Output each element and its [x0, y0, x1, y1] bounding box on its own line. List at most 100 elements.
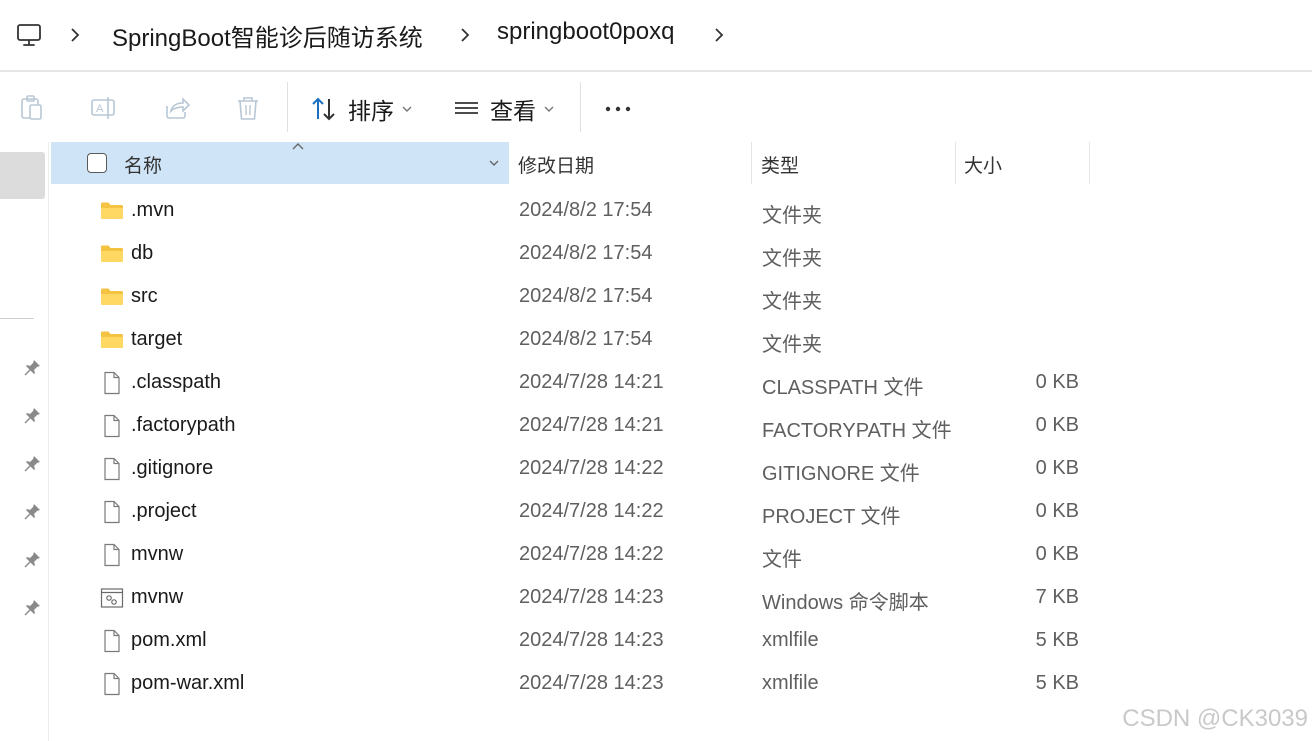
script-file-icon — [100, 586, 124, 610]
file-date: 2024/7/28 14:21 — [519, 414, 664, 436]
file-name: mvnw — [131, 543, 184, 565]
file-name: .project — [131, 500, 197, 522]
pin-icon[interactable] — [22, 406, 42, 426]
file-date: 2024/8/2 17:54 — [519, 328, 653, 350]
file-date: 2024/7/28 14:22 — [519, 457, 664, 479]
sort-button[interactable]: 排序 — [310, 92, 412, 126]
file-size: 0 KB — [1035, 500, 1079, 522]
file-date: 2024/8/2 17:54 — [519, 242, 653, 264]
share-icon[interactable] — [162, 94, 190, 122]
view-icon — [455, 102, 478, 114]
svg-text:A: A — [96, 103, 104, 115]
chevron-down-icon — [544, 106, 554, 112]
file-type: 文件 — [762, 549, 802, 571]
select-all-checkbox[interactable] — [87, 153, 107, 173]
column-type-header[interactable]: 类型 — [761, 151, 799, 178]
file-date: 2024/8/2 17:54 — [519, 199, 653, 221]
file-type: xmlfile — [762, 629, 819, 651]
file-type: CLASSPATH 文件 — [762, 377, 924, 399]
file-size: 5 KB — [1035, 672, 1079, 694]
breadcrumb-item-project[interactable]: SpringBoot智能诊后随访系统 — [112, 18, 423, 53]
rename-icon[interactable]: A — [90, 94, 118, 122]
chevron-right-icon[interactable] — [712, 24, 726, 46]
file-type: FACTORYPATH 文件 — [762, 420, 952, 442]
file-row[interactable]: pom-war.xml 2024/7/28 14:23 xmlfile 5 KB — [51, 663, 1312, 706]
file-row[interactable]: target 2024/8/2 17:54 文件夹 — [51, 319, 1312, 362]
file-date: 2024/7/28 14:23 — [519, 586, 664, 608]
file-type: 文件夹 — [762, 205, 822, 227]
watermark: CSDN @CK3039 — [1122, 705, 1308, 732]
paste-icon[interactable] — [18, 94, 46, 122]
address-bar: SpringBoot智能诊后随访系统 springboot0poxq — [0, 0, 1312, 70]
delete-icon[interactable] — [234, 94, 262, 122]
file-row[interactable]: db 2024/8/2 17:54 文件夹 — [51, 233, 1312, 276]
file-name: .gitignore — [131, 457, 214, 479]
file-row[interactable]: mvnw 2024/7/28 14:23 Windows 命令脚本 7 KB — [51, 577, 1312, 620]
divider — [287, 82, 288, 132]
pin-icon[interactable] — [22, 454, 42, 474]
file-date: 2024/7/28 14:21 — [519, 371, 664, 393]
folder-icon — [100, 285, 124, 309]
file-icon — [100, 629, 124, 653]
chevron-down-icon — [402, 106, 412, 112]
folder-icon — [100, 328, 124, 352]
nav-selected-item[interactable] — [0, 152, 45, 199]
file-icon — [100, 543, 124, 567]
file-list: .mvn 2024/8/2 17:54 文件夹 db 2024/8/2 17:54 文件夹… — [51, 190, 1312, 706]
file-size: 0 KB — [1035, 457, 1079, 479]
breadcrumb-item-folder[interactable]: springboot0poxq — [497, 18, 674, 46]
file-row[interactable]: pom.xml 2024/7/28 14:23 xmlfile 5 KB — [51, 620, 1312, 663]
file-type: xmlfile — [762, 672, 819, 694]
file-name: target — [131, 328, 183, 350]
pin-icon[interactable] — [22, 502, 42, 522]
file-name: .mvn — [131, 199, 175, 221]
pin-icon[interactable] — [22, 550, 42, 570]
file-row[interactable]: src 2024/8/2 17:54 文件夹 — [51, 276, 1312, 319]
pin-icon[interactable] — [22, 358, 42, 378]
file-date: 2024/7/28 14:22 — [519, 543, 664, 565]
this-pc-icon[interactable] — [16, 22, 42, 48]
file-name: .classpath — [131, 371, 222, 393]
file-icon — [100, 672, 124, 696]
file-row[interactable]: mvnw 2024/7/28 14:22 文件 0 KB — [51, 534, 1312, 577]
column-separator[interactable] — [1089, 142, 1090, 184]
divider — [580, 82, 581, 132]
pin-icon[interactable] — [22, 598, 42, 618]
file-row[interactable]: .classpath 2024/7/28 14:21 CLASSPATH 文件 0 K… — [51, 362, 1312, 405]
file-icon — [100, 457, 124, 481]
more-options-button[interactable] — [604, 92, 632, 126]
column-separator[interactable] — [751, 142, 752, 184]
file-row[interactable]: .project 2024/7/28 14:22 PROJECT 文件 0 KB — [51, 491, 1312, 534]
file-row[interactable]: .factorypath 2024/7/28 14:21 FACTORYPATH 文… — [51, 405, 1312, 448]
divider — [0, 318, 34, 319]
navigation-pane — [0, 142, 49, 741]
file-name: pom.xml — [131, 629, 207, 651]
file-date: 2024/7/28 14:22 — [519, 500, 664, 522]
chevron-down-icon[interactable] — [488, 158, 500, 168]
column-header-name[interactable]: 名称 — [51, 142, 509, 184]
column-date-header[interactable]: 修改日期 — [518, 151, 594, 178]
sort-label: 排序 — [348, 98, 394, 124]
file-date: 2024/8/2 17:54 — [519, 285, 653, 307]
file-name: mvnw — [131, 586, 184, 608]
chevron-right-icon[interactable] — [68, 24, 82, 46]
file-row[interactable]: .mvn 2024/8/2 17:54 文件夹 — [51, 190, 1312, 233]
file-row[interactable]: .gitignore 2024/7/28 14:22 GITIGNORE 文件 0 K… — [51, 448, 1312, 491]
column-size-header[interactable]: 大小 — [964, 151, 1002, 178]
file-icon — [100, 371, 124, 395]
view-label: 查看 — [490, 98, 536, 124]
file-date: 2024/7/28 14:23 — [519, 672, 664, 694]
file-type: Windows 命令脚本 — [762, 592, 929, 614]
view-button[interactable]: 查看 — [452, 92, 554, 126]
chevron-right-icon[interactable] — [458, 24, 472, 46]
file-date: 2024/7/28 14:23 — [519, 629, 664, 651]
file-icon — [100, 500, 124, 524]
more-icon — [605, 106, 631, 112]
column-separator[interactable] — [955, 142, 956, 184]
column-name-label: 名称 — [124, 156, 163, 177]
file-name: db — [131, 242, 154, 264]
file-size: 0 KB — [1035, 414, 1079, 436]
command-bar: A 排序 查看 — [0, 72, 1312, 142]
file-name: pom-war.xml — [131, 672, 245, 694]
file-size: 0 KB — [1035, 543, 1079, 565]
